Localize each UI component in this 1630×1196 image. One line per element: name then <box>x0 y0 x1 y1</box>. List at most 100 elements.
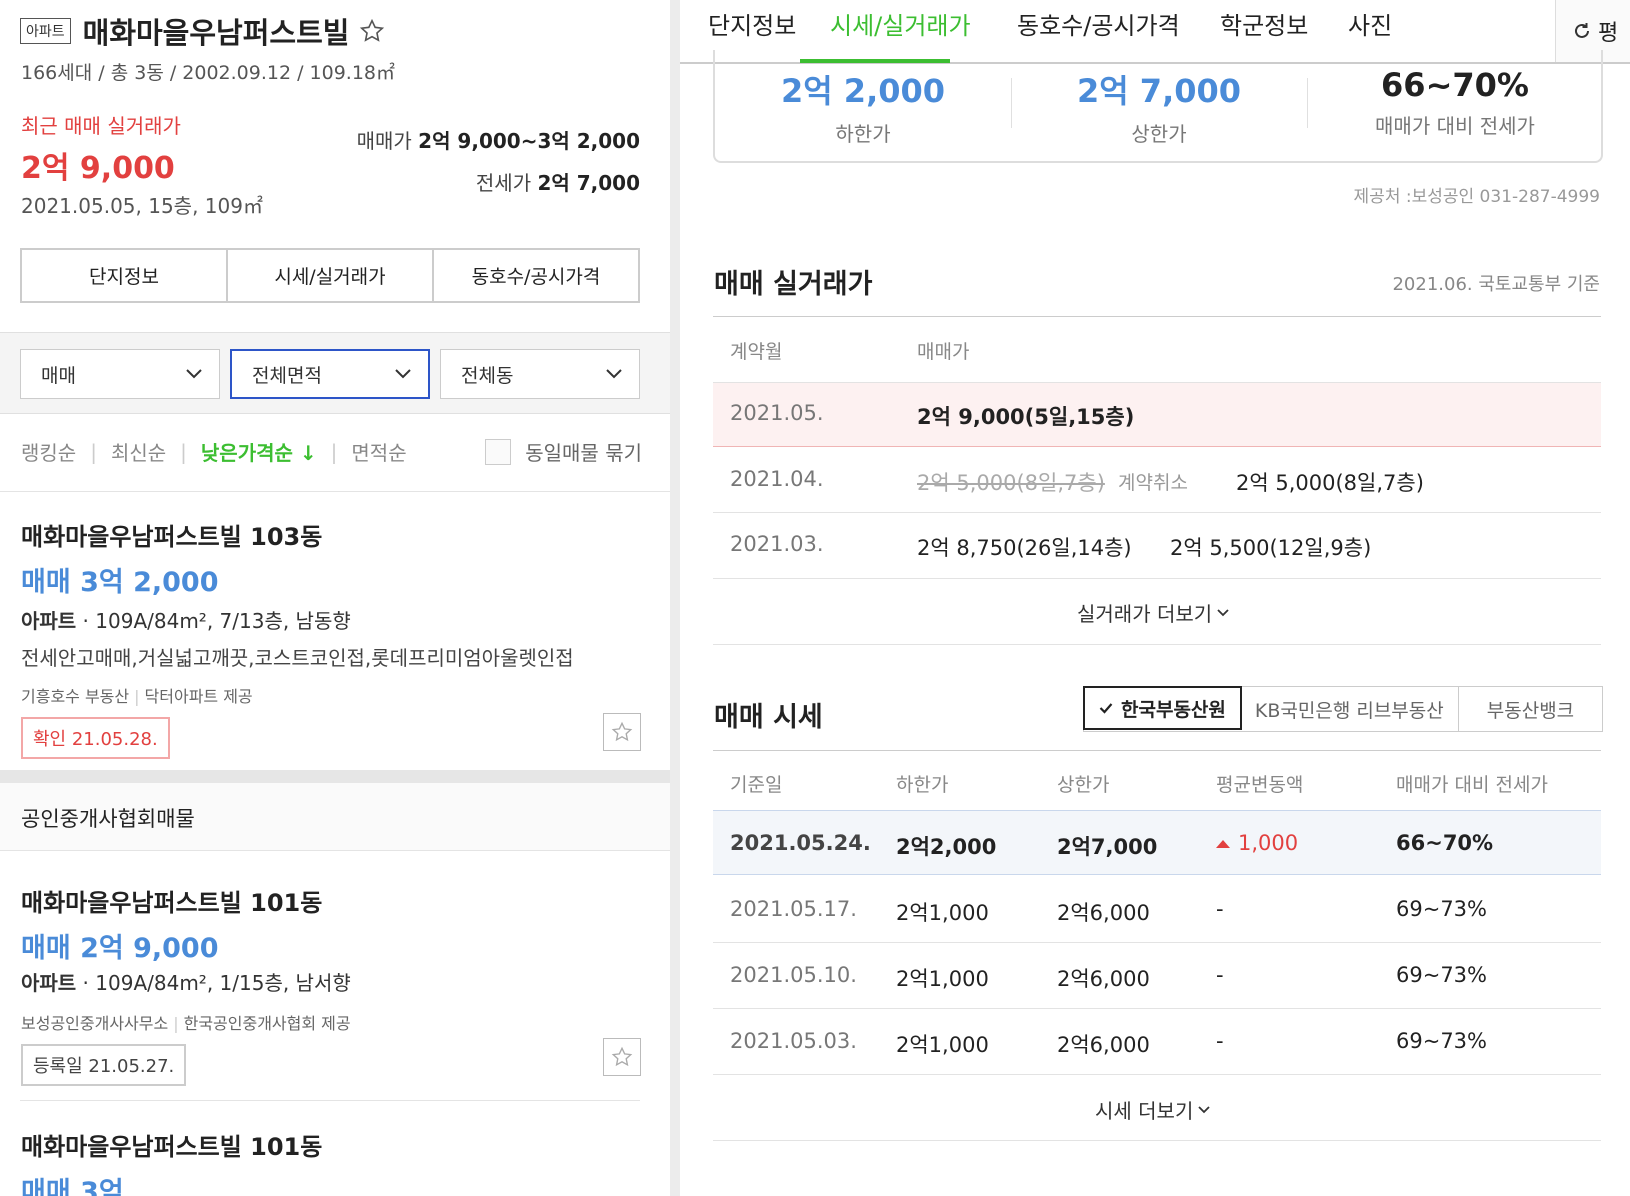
divider: | <box>90 439 97 464</box>
price-summary-box: 2억 2,000 하한가 2억 7,000 상한가 66~70% 매매가 대비 … <box>713 50 1603 163</box>
trade-type-value: 매매 <box>41 364 76 387</box>
divider <box>713 1140 1601 1141</box>
article-type: 아파트 <box>21 609 77 633</box>
favorite-button[interactable] <box>603 713 641 751</box>
article-item[interactable]: 매화마을우남퍼스트빌 103동 매매 3억 2,000 아파트 · 109A/8… <box>21 517 641 759</box>
tab-unit-price[interactable]: 동호수/공시가격 <box>434 250 638 301</box>
market-high: 2억7,000 <box>1057 835 1158 859</box>
divider <box>713 1008 1601 1009</box>
group-duplicates-label: 동일매물 묶기 <box>525 441 642 465</box>
market-more-link[interactable]: 시세 더보기 <box>1095 1095 1211 1124</box>
divider <box>713 942 1601 943</box>
summary-ratio-label: 매매가 대비 전세가 <box>1375 114 1535 138</box>
market-date: 2021.05.24. <box>730 831 871 855</box>
article-agent: 기흥호수 부동산 | 닥터아파트 제공 <box>21 683 641 707</box>
deals-header-price: 매매가 <box>917 341 970 363</box>
star-icon <box>611 721 633 742</box>
complex-name: 매화마을우남퍼스트빌 <box>82 16 350 50</box>
article-title: 매화마을우남퍼스트빌 101동 <box>21 1133 323 1161</box>
summary-high: 2억 7,000 상한가 <box>1011 66 1307 147</box>
group-duplicates-checkbox[interactable] <box>485 438 512 465</box>
data-provider: 한국공인중개사협회 제공 <box>183 1014 351 1033</box>
market-header-change: 평균변동액 <box>1216 774 1304 796</box>
market-low: 2억1,000 <box>896 901 989 925</box>
trade-type-select[interactable]: 매매 <box>20 349 220 399</box>
article-title: 매화마을우남퍼스트빌 101동 <box>21 889 323 917</box>
refresh-icon <box>1575 23 1589 38</box>
chevron-down-icon <box>395 369 411 379</box>
source-tab-kb[interactable]: KB국민은행 리브부동산 <box>1241 687 1459 731</box>
market-high: 2억6,000 <box>1057 1033 1150 1057</box>
summary-high-label: 상한가 <box>1131 122 1187 146</box>
favorite-button[interactable] <box>603 1038 641 1076</box>
tab-unit-price[interactable]: 동호수/공시가격 <box>1017 6 1180 41</box>
association-section-header: 공인중개사협회매물 <box>0 783 670 851</box>
divider <box>713 1074 1601 1075</box>
market-low: 2억2,000 <box>896 835 997 859</box>
area-select[interactable]: 전체면적 <box>230 349 430 399</box>
deals-note: 2021.06. 국토교통부 기준 <box>1392 274 1600 295</box>
article-price: 매매 3억 <box>21 1177 124 1196</box>
type-badge: 아파트 <box>20 18 71 44</box>
sale-range-label: 매매가 <box>356 129 412 153</box>
group-duplicates[interactable]: 동일매물 묶기 <box>485 437 642 466</box>
sort-area[interactable]: 면적순 <box>351 437 406 466</box>
market-title: 매매 시세 <box>714 702 823 733</box>
section-separator <box>0 770 670 783</box>
article-item[interactable]: 매화마을우남퍼스트빌 101동 매매 2억 9,000 아파트 · 109A/8… <box>21 883 641 1086</box>
tab-price[interactable]: 시세/실거래가 <box>830 6 971 41</box>
source-tab-bank[interactable]: 부동산뱅크 <box>1459 687 1602 731</box>
market-change: 1,000 <box>1216 831 1298 855</box>
article-spec: 아파트 · 109A/84m², 1/15층, 남서향 <box>21 967 641 996</box>
market-header-date: 기준일 <box>730 774 783 796</box>
market-low: 2억1,000 <box>896 1033 989 1057</box>
deal-price: 2억 5,000(8일,7층) <box>1236 471 1424 495</box>
deal-month: 2021.03. <box>730 532 824 556</box>
sort-low-price[interactable]: 낮은가격순 ↓ <box>201 437 317 466</box>
source-tab-reb[interactable]: 한국부동산원 <box>1083 686 1242 730</box>
building-select[interactable]: 전체동 <box>440 349 640 399</box>
deal-price-cancelled: 2억 5,000(8일,7층) <box>917 471 1105 495</box>
tab-price[interactable]: 시세/실거래가 <box>228 250 434 301</box>
unit-toggle-label: 평 <box>1598 21 1619 46</box>
deals-more-link[interactable]: 실거래가 더보기 <box>1077 598 1230 627</box>
divider <box>713 316 1601 317</box>
deal-cancel-label: 계약취소 <box>1118 472 1188 494</box>
market-high: 2억6,000 <box>1057 901 1150 925</box>
chevron-down-icon <box>606 369 622 379</box>
building-value: 전체동 <box>461 364 514 387</box>
chevron-down-icon <box>186 369 202 379</box>
area-value: 전체면적 <box>252 364 322 387</box>
complex-tabs: 단지정보 시세/실거래가 동호수/공시가격 <box>20 248 640 303</box>
tab-school[interactable]: 학군정보 <box>1220 6 1308 41</box>
panel-divider[interactable] <box>670 0 680 1196</box>
market-header-ratio: 매매가 대비 전세가 <box>1396 774 1548 796</box>
article-spec-detail: · 109A/84m², 1/15층, 남서향 <box>76 971 351 995</box>
jeonse-label: 전세가 <box>475 171 532 195</box>
tab-complex-info[interactable]: 단지정보 <box>22 250 228 301</box>
recent-deal-info: 2021.05.05, 15층, 109㎡ <box>21 194 263 218</box>
tab-photos[interactable]: 사진 <box>1348 6 1392 41</box>
deals-title: 매매 실거래가 <box>714 269 873 300</box>
market-ratio: 66~70% <box>1396 831 1494 855</box>
arrow-down-icon: ↓ <box>299 441 317 465</box>
deals-header-month: 계약월 <box>730 341 783 363</box>
article-title: 매화마을우남퍼스트빌 103동 <box>21 523 323 551</box>
market-more-label: 시세 더보기 <box>1095 1099 1194 1123</box>
sort-latest[interactable]: 최신순 <box>111 437 166 466</box>
market-ratio: 69~73% <box>1396 897 1487 921</box>
confirm-badge: 확인 21.05.28. <box>21 717 170 759</box>
register-date-badge: 등록일 21.05.27. <box>21 1044 187 1086</box>
divider <box>713 578 1601 579</box>
market-date: 2021.05.03. <box>730 1029 857 1053</box>
sale-price-range: 매매가 2억 9,000~3억 2,000 <box>357 125 640 154</box>
sort-ranking[interactable]: 랭킹순 <box>21 437 76 466</box>
article-description: 전세안고매매,거실넓고깨끗,코스트코인접,롯데프리미엄아울렛인접 <box>21 646 574 670</box>
market-high: 2억6,000 <box>1057 967 1150 991</box>
article-item[interactable]: 매화마을우남퍼스트빌 101동 매매 3억 <box>21 1127 641 1196</box>
star-icon[interactable] <box>359 18 385 44</box>
market-ratio: 69~73% <box>1396 963 1487 987</box>
market-date: 2021.05.10. <box>730 963 857 987</box>
jeonse-value: 2억 7,000 <box>537 171 640 195</box>
tab-complex-info[interactable]: 단지정보 <box>708 6 796 41</box>
